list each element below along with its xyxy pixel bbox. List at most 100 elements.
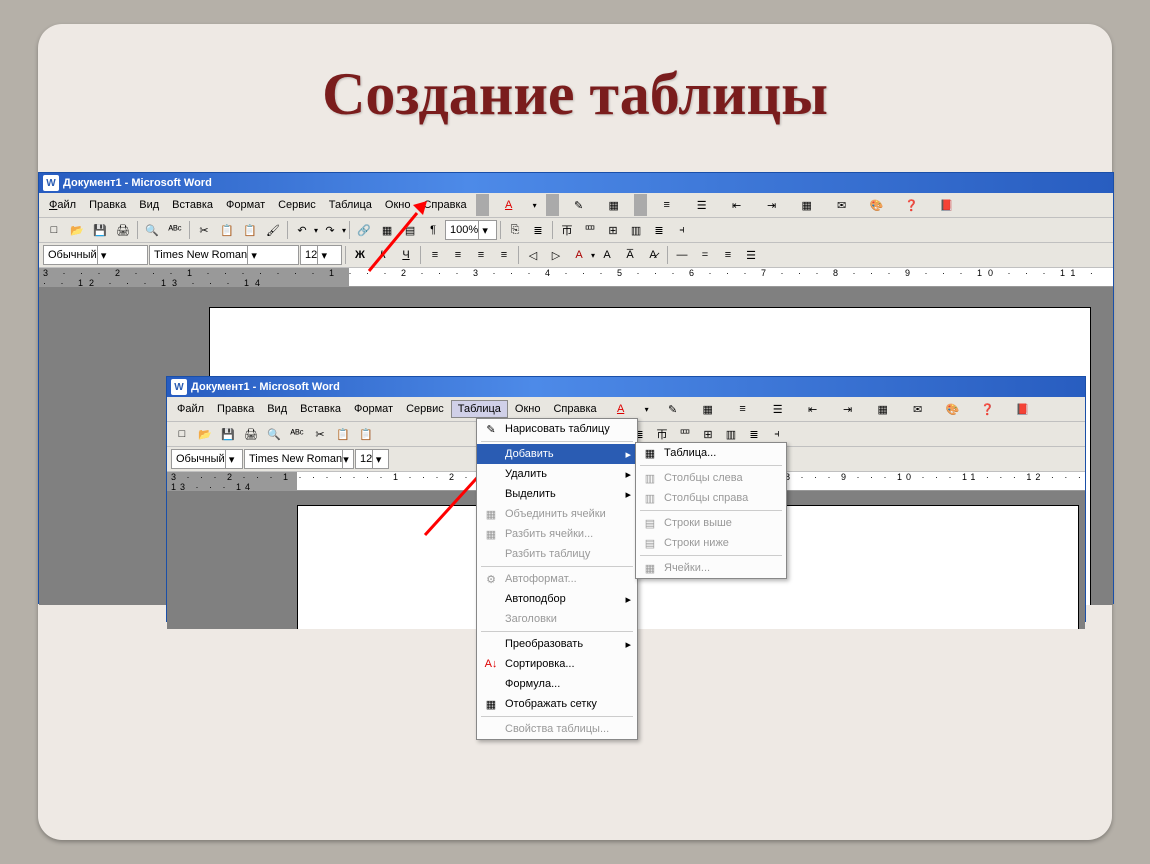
preview-icon[interactable]: 🔍 xyxy=(141,219,163,241)
menu-window[interactable]: Окно xyxy=(379,197,417,213)
submenu-cols-right: ▥Столбцы справа xyxy=(636,488,786,508)
word-icon: W xyxy=(43,175,59,191)
submenu-cols-left: ▥Столбцы слева xyxy=(636,468,786,488)
menu-table[interactable]: Таблица xyxy=(323,197,378,213)
menu-file[interactable]: Файл xyxy=(43,197,82,213)
save-icon[interactable]: 💾 xyxy=(89,219,111,241)
menubar-1: Файл Правка Вид Вставка Формат Сервис Та… xyxy=(39,193,1113,218)
print-icon[interactable]: 🖨 xyxy=(112,219,134,241)
bold-button[interactable]: Ж xyxy=(349,244,371,266)
menu-file[interactable]: Файл xyxy=(171,401,210,417)
menu-window[interactable]: Окно xyxy=(509,401,547,417)
menu-edit[interactable]: Правка xyxy=(211,401,260,417)
menu-help[interactable]: Справка xyxy=(417,197,472,213)
strike-icon[interactable]: A̷ xyxy=(642,244,664,266)
outdent-icon[interactable]: ⇤ xyxy=(720,192,754,218)
menu-props: Свойства таблицы... xyxy=(477,719,637,739)
table-icon[interactable]: ▦ xyxy=(376,219,398,241)
zoom-input[interactable]: 100%▾ xyxy=(445,220,497,240)
menu-table[interactable]: Таблица xyxy=(451,400,508,418)
extra4-icon[interactable]: ▥ xyxy=(625,219,647,241)
inc-indent-icon[interactable]: ▷ xyxy=(545,244,567,266)
envelope-icon[interactable]: ✉ xyxy=(825,192,859,218)
sup-icon[interactable]: A̅ xyxy=(619,244,641,266)
align-justify-icon[interactable]: ≡ xyxy=(493,244,515,266)
highlight-icon[interactable]: A xyxy=(568,244,590,266)
menu-autoformat: ⚙Автоформат... xyxy=(477,569,637,589)
link-icon[interactable]: 🔗 xyxy=(353,219,375,241)
drawing-icon[interactable]: 🎨 xyxy=(860,192,894,218)
cut-icon[interactable]: ✂ xyxy=(193,219,215,241)
menu-edit[interactable]: Правка xyxy=(83,197,132,213)
redo-icon[interactable]: ↷ xyxy=(319,219,341,241)
menu-insert[interactable]: Вставка xyxy=(166,197,219,213)
sub-icon[interactable]: A xyxy=(596,244,618,266)
menu-help[interactable]: Справка xyxy=(547,401,602,417)
menu-split-cells: ▦Разбить ячейки... xyxy=(477,524,637,544)
menu-format[interactable]: Формат xyxy=(220,197,271,213)
align-right-icon[interactable]: ≡ xyxy=(470,244,492,266)
open-icon[interactable]: 📂 xyxy=(66,219,88,241)
extra-icon[interactable]: 帀 xyxy=(556,219,578,241)
pilcrow-icon[interactable]: ¶ xyxy=(422,219,444,241)
ruler-1: 3 · · · 2 · · · 1 · · · · · · · 1 · · · … xyxy=(39,268,1113,287)
font-input[interactable]: Times New Roman▾ xyxy=(149,245,299,265)
menu-delete[interactable]: Удалить▸ xyxy=(477,464,637,484)
menu-hide-grid[interactable]: ▦Отображать сетку xyxy=(477,694,637,714)
menu-split-table: Разбить таблицу xyxy=(477,544,637,564)
numbering-icon[interactable]: ☰ xyxy=(685,192,719,218)
align-center-icon[interactable]: ≡ xyxy=(447,244,469,266)
format-painter-icon[interactable]: 🖌 xyxy=(262,219,284,241)
menu-autofit[interactable]: Автоподбор▸ xyxy=(477,589,637,609)
col3-icon[interactable]: ☰ xyxy=(740,244,762,266)
menu-service[interactable]: Сервис xyxy=(272,197,322,213)
titlebar-2: W Документ1 - Microsoft Word xyxy=(167,377,1085,397)
indent-icon[interactable]: ⇥ xyxy=(755,192,789,218)
question-icon[interactable]: ❓ xyxy=(895,192,929,218)
menu-convert[interactable]: Преобразовать▸ xyxy=(477,634,637,654)
eq-icon[interactable]: = xyxy=(694,244,716,266)
hr-icon[interactable]: — xyxy=(671,244,693,266)
align-left-icon[interactable]: ≡ xyxy=(424,244,446,266)
bookmark-icon[interactable]: 📕 xyxy=(930,192,964,218)
col2-icon[interactable]: ≡ xyxy=(717,244,739,266)
pencil-icon[interactable]: ✎ xyxy=(562,192,596,218)
menu-service[interactable]: Сервис xyxy=(400,401,450,417)
extra5-icon[interactable]: ≣ xyxy=(648,219,670,241)
font-color-icon[interactable]: A xyxy=(492,192,526,218)
italic-button[interactable]: К xyxy=(372,244,394,266)
submenu-table[interactable]: ▦Таблица... xyxy=(636,443,786,463)
autotext-icon[interactable]: ⎘ xyxy=(504,219,526,241)
size-input[interactable]: 12▾ xyxy=(300,245,342,265)
borders-icon[interactable]: ▦ xyxy=(790,192,824,218)
menu-view[interactable]: Вид xyxy=(261,401,293,417)
spacing-icon[interactable]: ≣ xyxy=(527,219,549,241)
menu-insert-sub[interactable]: Добавить▸ xyxy=(477,444,637,464)
insert-table-icon[interactable]: ▦ xyxy=(597,192,631,218)
menu-format[interactable]: Формат xyxy=(348,401,399,417)
copy-icon[interactable]: 📋 xyxy=(216,219,238,241)
menu-select[interactable]: Выделить▸ xyxy=(477,484,637,504)
menu-view[interactable]: Вид xyxy=(133,197,165,213)
new-icon[interactable]: □ xyxy=(43,219,65,241)
menu-insert[interactable]: Вставка xyxy=(294,401,347,417)
window-title-1: Документ1 - Microsoft Word xyxy=(63,177,212,189)
insert-submenu: ▦Таблица... ▥Столбцы слева ▥Столбцы спра… xyxy=(635,442,787,579)
underline-button[interactable]: Ч xyxy=(395,244,417,266)
menu-merge: ▦Объединить ячейки xyxy=(477,504,637,524)
paste-icon[interactable]: 📋 xyxy=(239,219,261,241)
dec-indent-icon[interactable]: ◁ xyxy=(522,244,544,266)
style-input[interactable]: Обычный▾ xyxy=(43,245,148,265)
format-bar-1: Обычный▾ Times New Roman▾ 12▾ Ж К Ч ≡ ≡ … xyxy=(39,243,1113,268)
extra6-icon[interactable]: ⫞ xyxy=(671,219,693,241)
undo-icon[interactable]: ↶ xyxy=(291,219,313,241)
extra3-icon[interactable]: ⊞ xyxy=(602,219,624,241)
spell-icon[interactable]: ᴬᴮᶜ xyxy=(164,219,186,241)
column-icon[interactable]: ▤ xyxy=(399,219,421,241)
bullets-icon[interactable]: ≡ xyxy=(650,192,684,218)
menu-formula[interactable]: Формула... xyxy=(477,674,637,694)
menu-sort[interactable]: A↓Сортировка... xyxy=(477,654,637,674)
menu-draw-table[interactable]: ✎Нарисовать таблицу xyxy=(477,419,637,439)
menu-headings: Заголовки xyxy=(477,609,637,629)
extra2-icon[interactable]: 罒 xyxy=(579,219,601,241)
